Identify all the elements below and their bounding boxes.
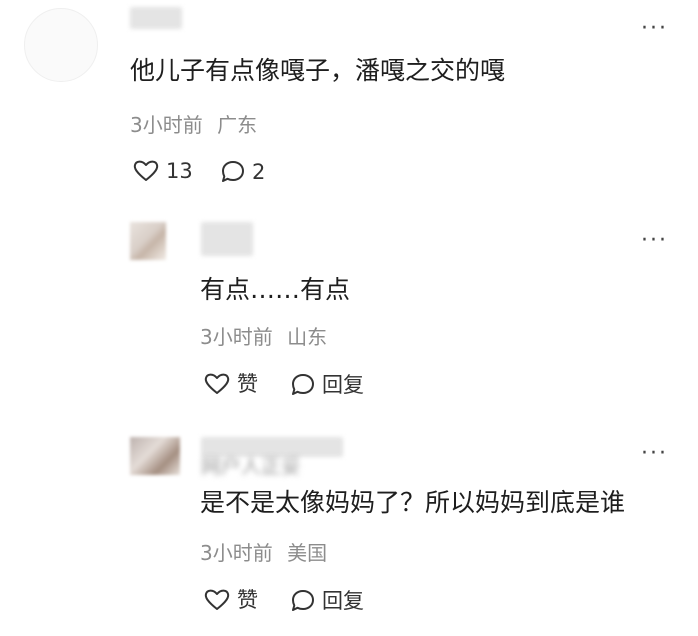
- heart-icon: [132, 159, 160, 183]
- like-button[interactable]: 13: [132, 159, 193, 183]
- like-label: 赞: [237, 587, 258, 612]
- like-button[interactable]: 赞: [203, 372, 258, 396]
- heart-icon: [203, 588, 231, 612]
- avatar[interactable]: [130, 222, 166, 260]
- more-options-icon[interactable]: ···: [641, 18, 668, 40]
- comment-text: 是不是太像妈妈了？所以妈妈到底是谁: [200, 488, 626, 517]
- comment-location: 山东: [287, 325, 328, 349]
- comment-text: 有点……有点: [200, 275, 351, 304]
- reply-count: 2: [252, 159, 266, 184]
- username-blurred[interactable]: [201, 222, 253, 256]
- comment-location: 广东: [217, 113, 258, 137]
- reply-button[interactable]: 回复: [290, 588, 364, 614]
- like-count: 13: [166, 158, 193, 183]
- comment-text: 他儿子有点像嘎子，潘嘎之交的嘎: [130, 56, 506, 85]
- comment-bubble-icon: [220, 159, 246, 185]
- heart-icon: [203, 372, 231, 396]
- username-blurred[interactable]: 网户人正妥: [201, 450, 301, 479]
- avatar[interactable]: [130, 437, 180, 475]
- like-button[interactable]: 赞: [203, 588, 258, 612]
- comment-meta: 3小时前 山东: [200, 327, 327, 347]
- reply-button[interactable]: 2: [220, 159, 265, 185]
- reply-label: 回复: [322, 588, 364, 613]
- comment-meta: 3小时前 美国: [200, 543, 327, 563]
- avatar[interactable]: [24, 8, 98, 82]
- more-options-icon[interactable]: ···: [641, 230, 668, 252]
- more-options-icon[interactable]: ···: [641, 443, 668, 465]
- like-label: 赞: [237, 371, 258, 396]
- comment-time: 3小时前: [130, 113, 203, 137]
- username-blurred[interactable]: [130, 7, 182, 29]
- reply-label: 回复: [322, 372, 364, 397]
- comment-bubble-icon: [290, 588, 316, 614]
- comment-bubble-icon: [290, 372, 316, 398]
- reply-button[interactable]: 回复: [290, 372, 364, 398]
- comment-location: 美国: [287, 541, 328, 565]
- comment-time: 3小时前: [200, 325, 273, 349]
- comment-time: 3小时前: [200, 541, 273, 565]
- comment-meta: 3小时前 广东: [130, 115, 257, 135]
